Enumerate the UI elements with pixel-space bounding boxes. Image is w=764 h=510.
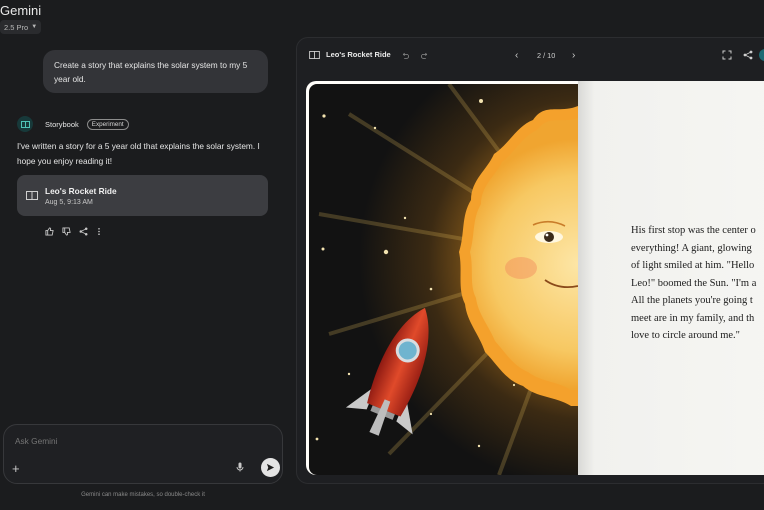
sun-rocket-illustration: [309, 84, 578, 475]
app-title: Gemini: [0, 3, 42, 18]
send-button[interactable]: [261, 458, 280, 477]
previous-page-button[interactable]: ‹: [515, 50, 518, 61]
add-icon[interactable]: +: [12, 461, 20, 476]
page-indicator: 2 / 10: [537, 51, 556, 60]
book-icon: [309, 50, 320, 59]
next-page-button[interactable]: ›: [572, 50, 575, 61]
book-left-page: [306, 81, 578, 475]
more-icon[interactable]: [96, 227, 102, 236]
microphone-icon[interactable]: [236, 462, 244, 472]
prompt-input-box[interactable]: +: [3, 424, 283, 484]
thumbs-down-icon[interactable]: [62, 227, 71, 236]
share-icon[interactable]: [743, 50, 753, 60]
avatar[interactable]: [759, 49, 764, 61]
undo-icon[interactable]: [401, 52, 409, 60]
share-icon[interactable]: [79, 227, 88, 236]
thumbs-up-icon[interactable]: [45, 227, 54, 236]
story-page-text: His first stop was the center o everythi…: [631, 225, 757, 341]
story-card[interactable]: Leo's Rocket Ride Aug 5, 9:13 AM: [17, 175, 268, 216]
story-card-title: Leo's Rocket Ride: [45, 185, 117, 196]
redo-icon[interactable]: [421, 52, 429, 60]
book: His first stop was the center o everythi…: [306, 81, 764, 475]
chevron-down-icon: ▼: [31, 24, 38, 30]
send-icon: [266, 463, 275, 472]
disclaimer: Gemini can make mistakes, so double-chec…: [81, 492, 205, 498]
fullscreen-icon[interactable]: [722, 50, 732, 60]
book-icon: [26, 191, 38, 200]
model-label: 2.5 Pro: [4, 22, 29, 32]
book-right-page: His first stop was the center o everythi…: [578, 81, 764, 475]
viewer-title: Leo's Rocket Ride: [326, 50, 391, 59]
viewer-header: Leo's Rocket Ride: [309, 50, 391, 59]
storybook-icon: [17, 116, 33, 132]
experiment-badge: Experiment: [86, 118, 129, 130]
model-selector[interactable]: 2.5 Pro ▼: [0, 20, 42, 34]
response-text: I've written a story for a 5 year old th…: [17, 141, 260, 166]
response-header: Storybook Experiment: [17, 116, 129, 132]
user-message: Create a story that explains the solar s…: [43, 50, 268, 93]
storybook-viewer: Leo's Rocket Ride ‹ 2 / 10 › His first s…: [296, 37, 764, 484]
agent-name: Storybook: [45, 119, 79, 129]
response-actions: [45, 227, 102, 236]
story-card-date: Aug 5, 9:13 AM: [45, 198, 93, 206]
prompt-input[interactable]: [15, 436, 215, 446]
